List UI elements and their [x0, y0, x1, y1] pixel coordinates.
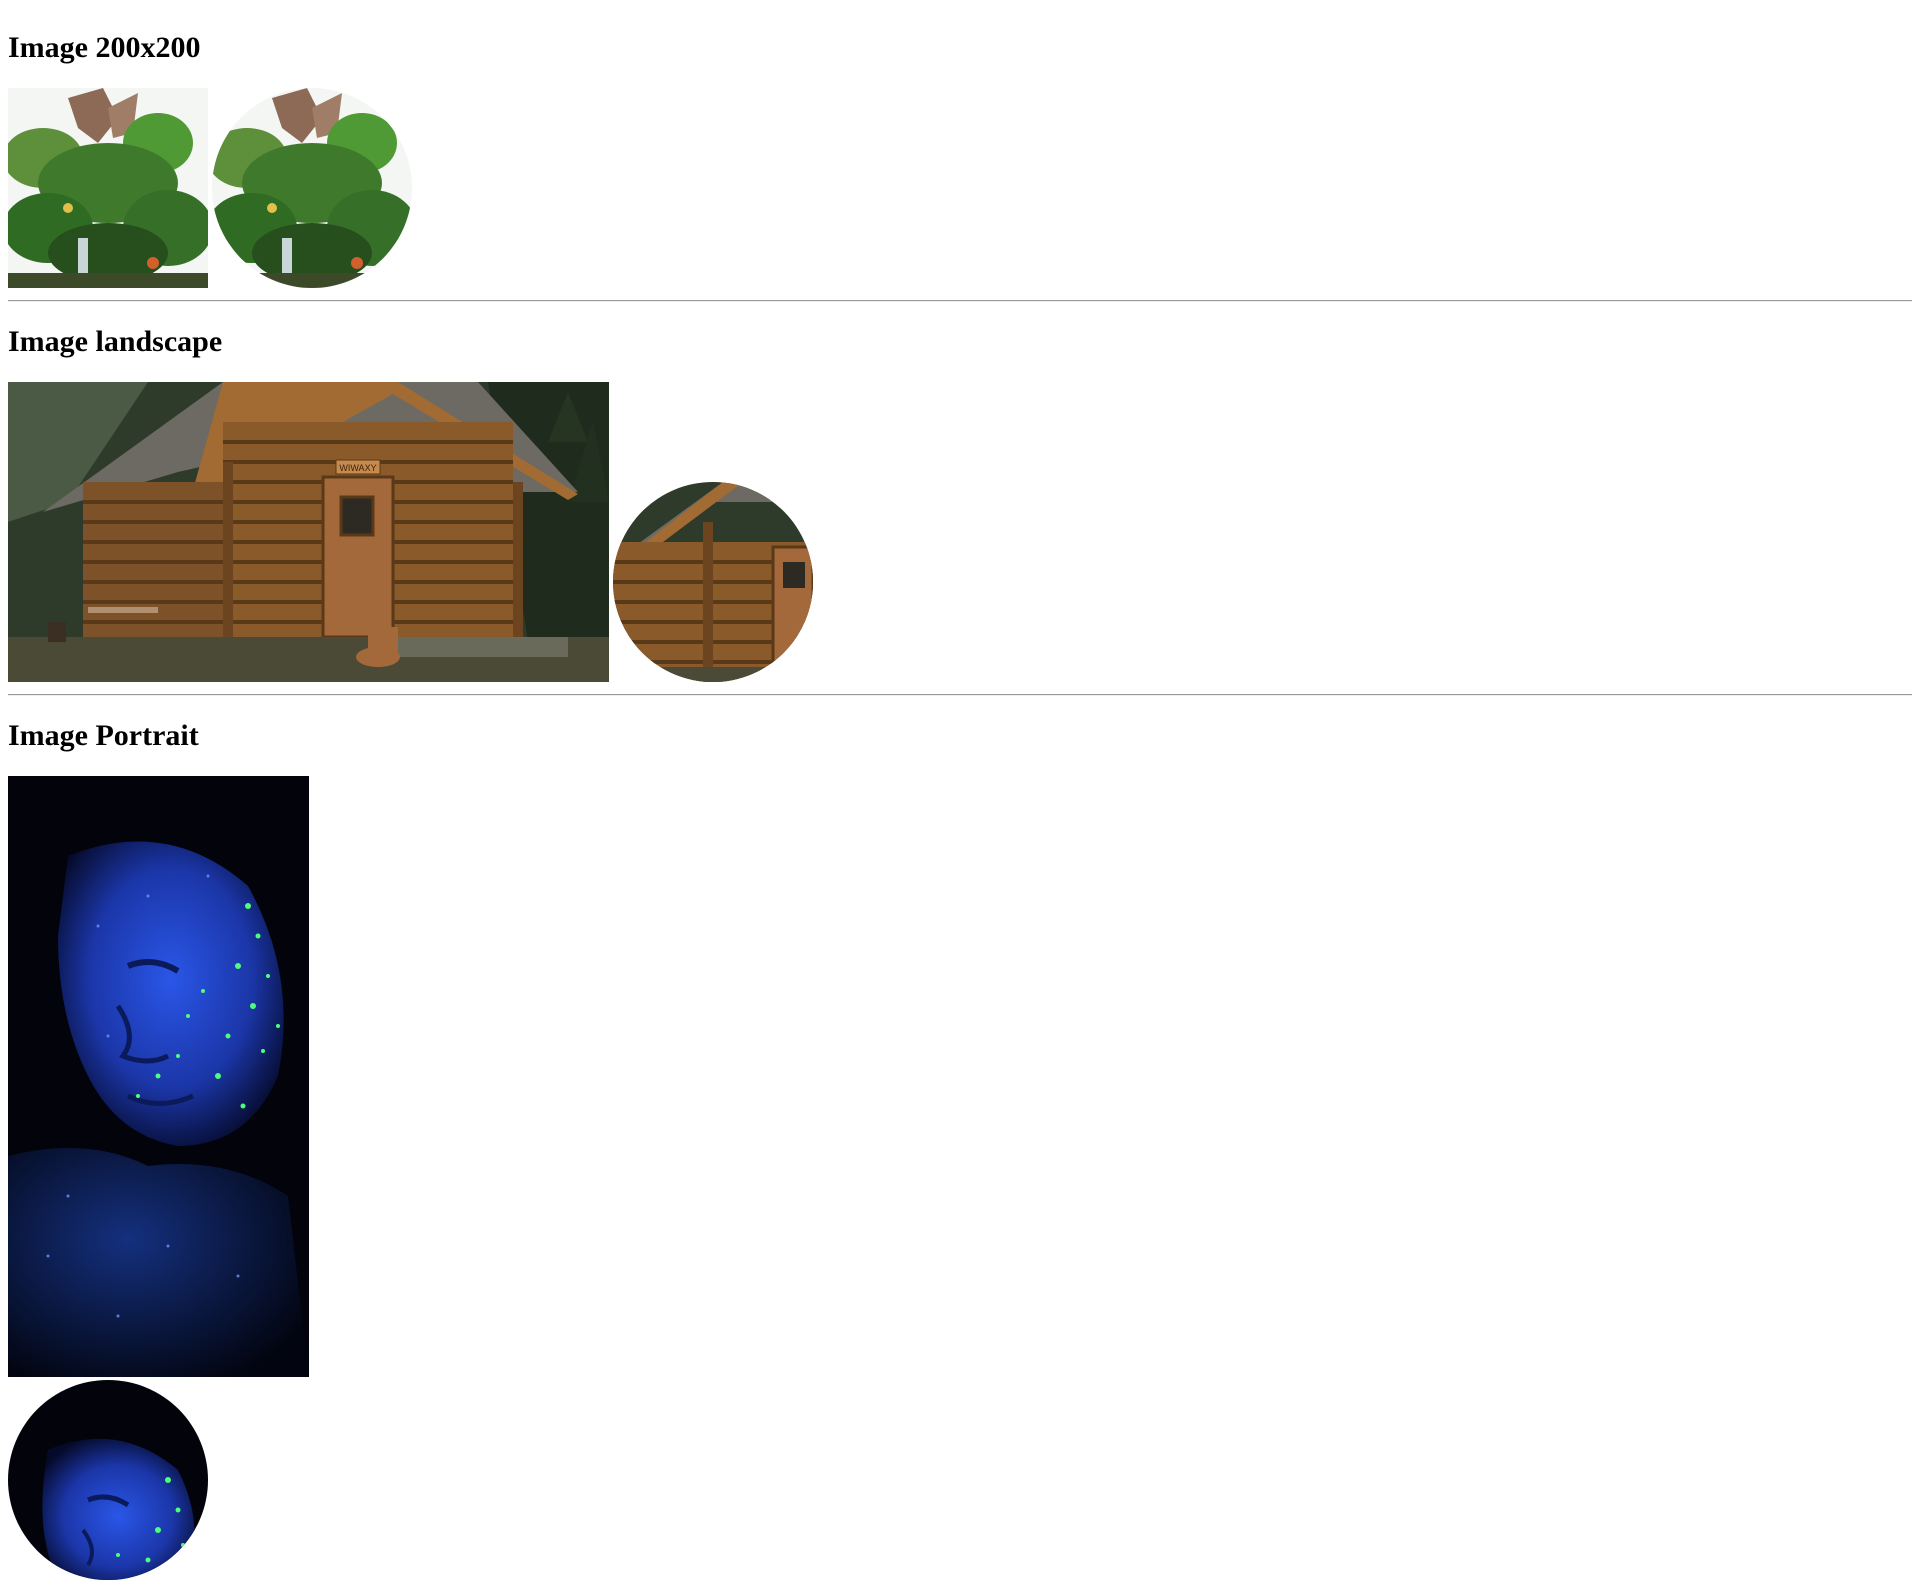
- face-image: [8, 776, 309, 1377]
- cabin-image: WIWAXY: [8, 382, 609, 682]
- section-title-portrait: Image Portrait: [8, 719, 199, 752]
- cabin-image-circle: [613, 482, 813, 682]
- jungle-image-circle: [212, 88, 412, 288]
- jungle-image: [8, 88, 208, 288]
- face-image-circle: [8, 1380, 208, 1580]
- section-title-landscape: Image landscape: [8, 325, 223, 358]
- cabin-sign-text: WIWAXY: [339, 463, 376, 473]
- section-title-square: Image 200x200: [8, 31, 201, 64]
- divider: [8, 300, 1912, 302]
- divider: [8, 694, 1912, 696]
